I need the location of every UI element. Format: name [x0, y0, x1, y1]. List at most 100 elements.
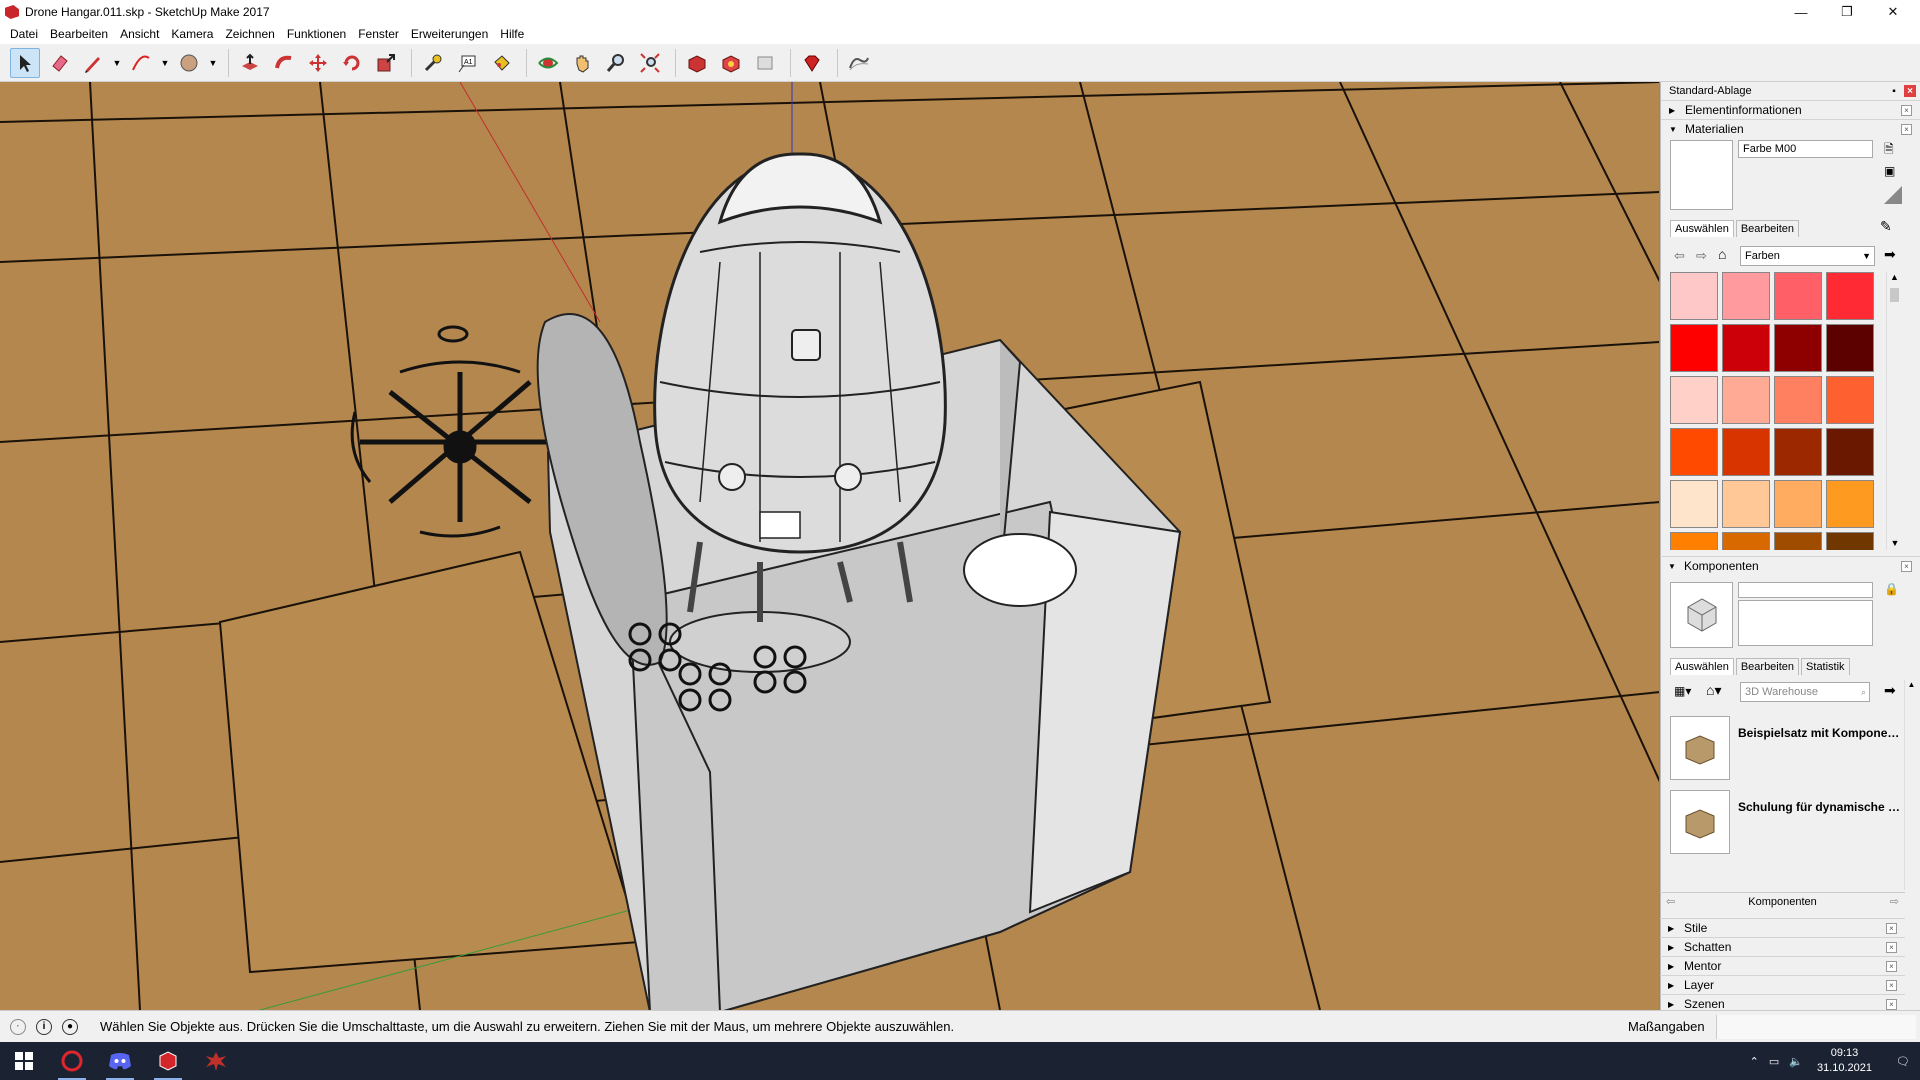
component-description-field[interactable] [1738, 600, 1873, 646]
color-swatch[interactable] [1670, 532, 1718, 550]
materials-library-select[interactable]: Farben ▼ [1740, 246, 1875, 266]
model-viewport[interactable] [0, 82, 1660, 1010]
section-mentor[interactable]: ▶ Mentor × [1660, 956, 1905, 975]
color-swatch[interactable] [1774, 272, 1822, 320]
taskbar-opera[interactable] [48, 1042, 96, 1080]
color-swatch[interactable] [1774, 324, 1822, 372]
close-section-icon[interactable]: × [1901, 105, 1912, 116]
arc-tool-button[interactable] [126, 48, 156, 78]
section-styles[interactable]: ▶ Stile × [1660, 918, 1905, 937]
measurements-input[interactable] [1716, 1015, 1916, 1039]
minimize-button[interactable]: — [1778, 0, 1824, 24]
maximize-button[interactable]: ❐ [1824, 0, 1870, 24]
close-section-icon[interactable]: × [1886, 980, 1897, 991]
tab-components-select[interactable]: Auswählen [1670, 658, 1734, 675]
network-icon[interactable]: ▭ [1769, 1055, 1779, 1068]
shape-tool-button[interactable] [174, 48, 204, 78]
color-swatch[interactable] [1670, 272, 1718, 320]
shape-dropdown[interactable]: ▼ [208, 48, 218, 78]
user-icon[interactable]: ● [62, 1018, 78, 1035]
back-arrow-icon[interactable]: ⇦ [1674, 248, 1685, 264]
eraser-tool-button[interactable] [44, 48, 74, 78]
taskbar-discord[interactable] [96, 1042, 144, 1080]
follow-me-tool-button[interactable] [269, 48, 299, 78]
menu-kamera[interactable]: Kamera [165, 27, 219, 41]
color-swatch[interactable] [1826, 324, 1874, 372]
warehouse-button[interactable] [682, 48, 712, 78]
paint-default-icon[interactable]: ▣ [1884, 164, 1895, 178]
menu-erweiterungen[interactable]: Erweiterungen [405, 27, 494, 41]
forward-arrow-icon[interactable]: ⇨ [1696, 248, 1707, 264]
create-material-icon[interactable]: 🗎 [1884, 140, 1894, 161]
forward-arrow-icon[interactable]: ⇨ [1890, 895, 1899, 908]
pin-icon[interactable]: ▪ [1888, 85, 1900, 97]
notification-icon[interactable]: 🗨 [1896, 1055, 1910, 1068]
close-section-icon[interactable]: × [1901, 561, 1912, 572]
tab-materials-select[interactable]: Auswählen [1670, 220, 1734, 237]
zoom-tool-button[interactable] [601, 48, 631, 78]
warehouse-search-input[interactable]: 3D Warehouse ⌕ [1740, 682, 1870, 702]
tab-materials-edit[interactable]: Bearbeiten [1735, 220, 1800, 237]
color-swatch[interactable] [1722, 428, 1770, 476]
color-swatch[interactable] [1774, 532, 1822, 550]
menu-fenster[interactable]: Fenster [352, 27, 405, 41]
color-swatch[interactable] [1826, 428, 1874, 476]
components-scrollbar[interactable]: ▲ [1904, 680, 1918, 890]
zoom-extents-tool-button[interactable] [635, 48, 665, 78]
color-swatch[interactable] [1722, 272, 1770, 320]
color-swatch[interactable] [1670, 324, 1718, 372]
view-options-icon[interactable]: ▦▾ [1674, 684, 1691, 698]
menu-datei[interactable]: Datei [4, 27, 44, 41]
info-icon[interactable]: i [36, 1018, 52, 1035]
color-swatch[interactable] [1826, 480, 1874, 528]
orbit-tool-button[interactable] [533, 48, 563, 78]
color-swatch[interactable] [1722, 480, 1770, 528]
color-swatch[interactable] [1826, 532, 1874, 550]
lock-icon[interactable]: 🔒 [1884, 582, 1899, 596]
scroll-thumb[interactable] [1890, 288, 1899, 302]
rotate-tool-button[interactable] [337, 48, 367, 78]
scroll-down-icon[interactable]: ▼ [1887, 538, 1903, 548]
volume-icon[interactable]: 🔈 [1789, 1055, 1803, 1068]
color-swatch[interactable] [1774, 376, 1822, 424]
move-tool-button[interactable] [303, 48, 333, 78]
taskbar-sketchup[interactable] [144, 1042, 192, 1080]
material-name-field[interactable]: Farbe M00 [1738, 140, 1873, 158]
list-item[interactable]: Beispielsatz mit Kompone… [1670, 716, 1920, 786]
text-tool-button[interactable]: A1 [452, 48, 482, 78]
tab-components-edit[interactable]: Bearbeiten [1735, 658, 1800, 675]
close-section-icon[interactable]: × [1886, 923, 1897, 934]
section-layers[interactable]: ▶ Layer × [1660, 975, 1905, 994]
color-swatch[interactable] [1722, 324, 1770, 372]
geo-location-icon[interactable]: · [10, 1018, 26, 1035]
paint-bucket-tool-button[interactable] [486, 48, 516, 78]
color-swatch[interactable] [1826, 376, 1874, 424]
section-entity-info[interactable]: ▶ Elementinformationen × [1661, 100, 1920, 119]
close-section-icon[interactable]: × [1901, 124, 1912, 135]
section-shadows[interactable]: ▶ Schatten × [1660, 937, 1905, 956]
select-tool-button[interactable] [10, 47, 40, 78]
menu-hilfe[interactable]: Hilfe [494, 27, 530, 41]
arc-dropdown[interactable]: ▼ [160, 48, 170, 78]
tape-measure-tool-button[interactable] [418, 48, 448, 78]
chevron-up-icon[interactable]: ⌃ [1750, 1055, 1759, 1068]
color-swatch[interactable] [1670, 428, 1718, 476]
ruby-console-button[interactable] [797, 48, 827, 78]
scroll-up-icon[interactable]: ▲ [1887, 272, 1902, 282]
color-swatch[interactable] [1826, 272, 1874, 320]
home-icon[interactable]: ⌂▾ [1706, 682, 1721, 699]
close-section-icon[interactable]: × [1886, 961, 1897, 972]
search-icon[interactable]: ⌕ [1861, 687, 1866, 698]
clock[interactable]: 09:13 31.10.2021 [1817, 1046, 1872, 1076]
menu-ansicht[interactable]: Ansicht [114, 27, 165, 41]
extension-warehouse-button[interactable] [716, 48, 746, 78]
section-components[interactable]: ▼ Komponenten × [1660, 556, 1920, 575]
details-arrow-icon[interactable]: ➡ [1884, 682, 1896, 699]
scale-tool-button[interactable] [371, 48, 401, 78]
sandbox-button[interactable] [844, 48, 874, 78]
menu-funktionen[interactable]: Funktionen [281, 27, 352, 41]
menu-bearbeiten[interactable]: Bearbeiten [44, 27, 114, 41]
color-swatch[interactable] [1722, 532, 1770, 550]
back-arrow-icon[interactable]: ⇦ [1666, 895, 1675, 908]
color-swatch[interactable] [1774, 480, 1822, 528]
